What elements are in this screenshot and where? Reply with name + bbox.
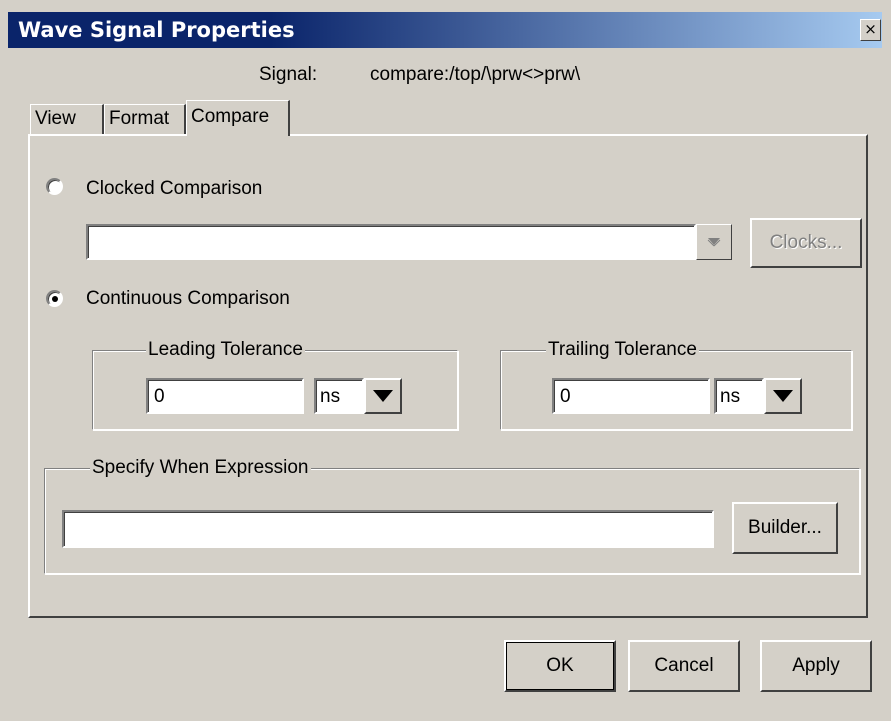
close-button[interactable]: × [860, 19, 881, 41]
tab-label: Compare [191, 106, 270, 127]
ok-button[interactable]: OK [504, 640, 616, 692]
apply-button-label: Apply [792, 655, 840, 676]
window-title: Wave Signal Properties [18, 18, 295, 42]
close-icon: × [864, 20, 877, 38]
tab-label: Format [109, 108, 170, 129]
signal-label: Signal: [259, 64, 318, 85]
tab-format[interactable]: Format [104, 104, 186, 134]
tab-compare[interactable]: Compare [186, 100, 290, 136]
signal-value: compare:/top/\prw<>prw\ [370, 64, 581, 85]
ok-button-label: OK [546, 655, 574, 676]
title-bar[interactable]: Wave Signal Properties × [8, 12, 882, 48]
tab-view[interactable]: View [30, 104, 104, 134]
apply-button[interactable]: Apply [760, 640, 872, 692]
compare-panel [28, 134, 868, 618]
cancel-button-label: Cancel [654, 655, 714, 676]
cancel-button[interactable]: Cancel [628, 640, 740, 692]
tab-label: View [35, 108, 76, 129]
